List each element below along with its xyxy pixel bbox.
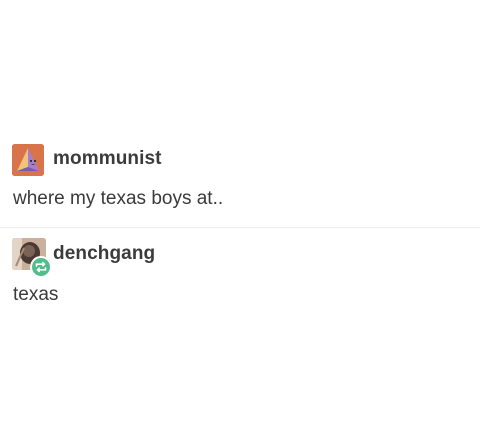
reblog-icon	[35, 261, 47, 273]
post-header: denchgang	[0, 236, 480, 278]
post-text: where my texas boys at..	[13, 188, 224, 209]
post: denchgang texas	[0, 236, 480, 305]
reblog-badge	[30, 256, 52, 278]
post: mommunist where my texas boys at..	[0, 140, 480, 209]
avatar[interactable]	[12, 144, 44, 176]
post-header: mommunist	[0, 140, 480, 180]
username[interactable]: denchgang	[53, 243, 155, 265]
divider	[0, 227, 480, 228]
post-text: texas	[13, 284, 59, 305]
username[interactable]: mommunist	[53, 148, 162, 170]
triangle-face-icon	[12, 144, 44, 176]
